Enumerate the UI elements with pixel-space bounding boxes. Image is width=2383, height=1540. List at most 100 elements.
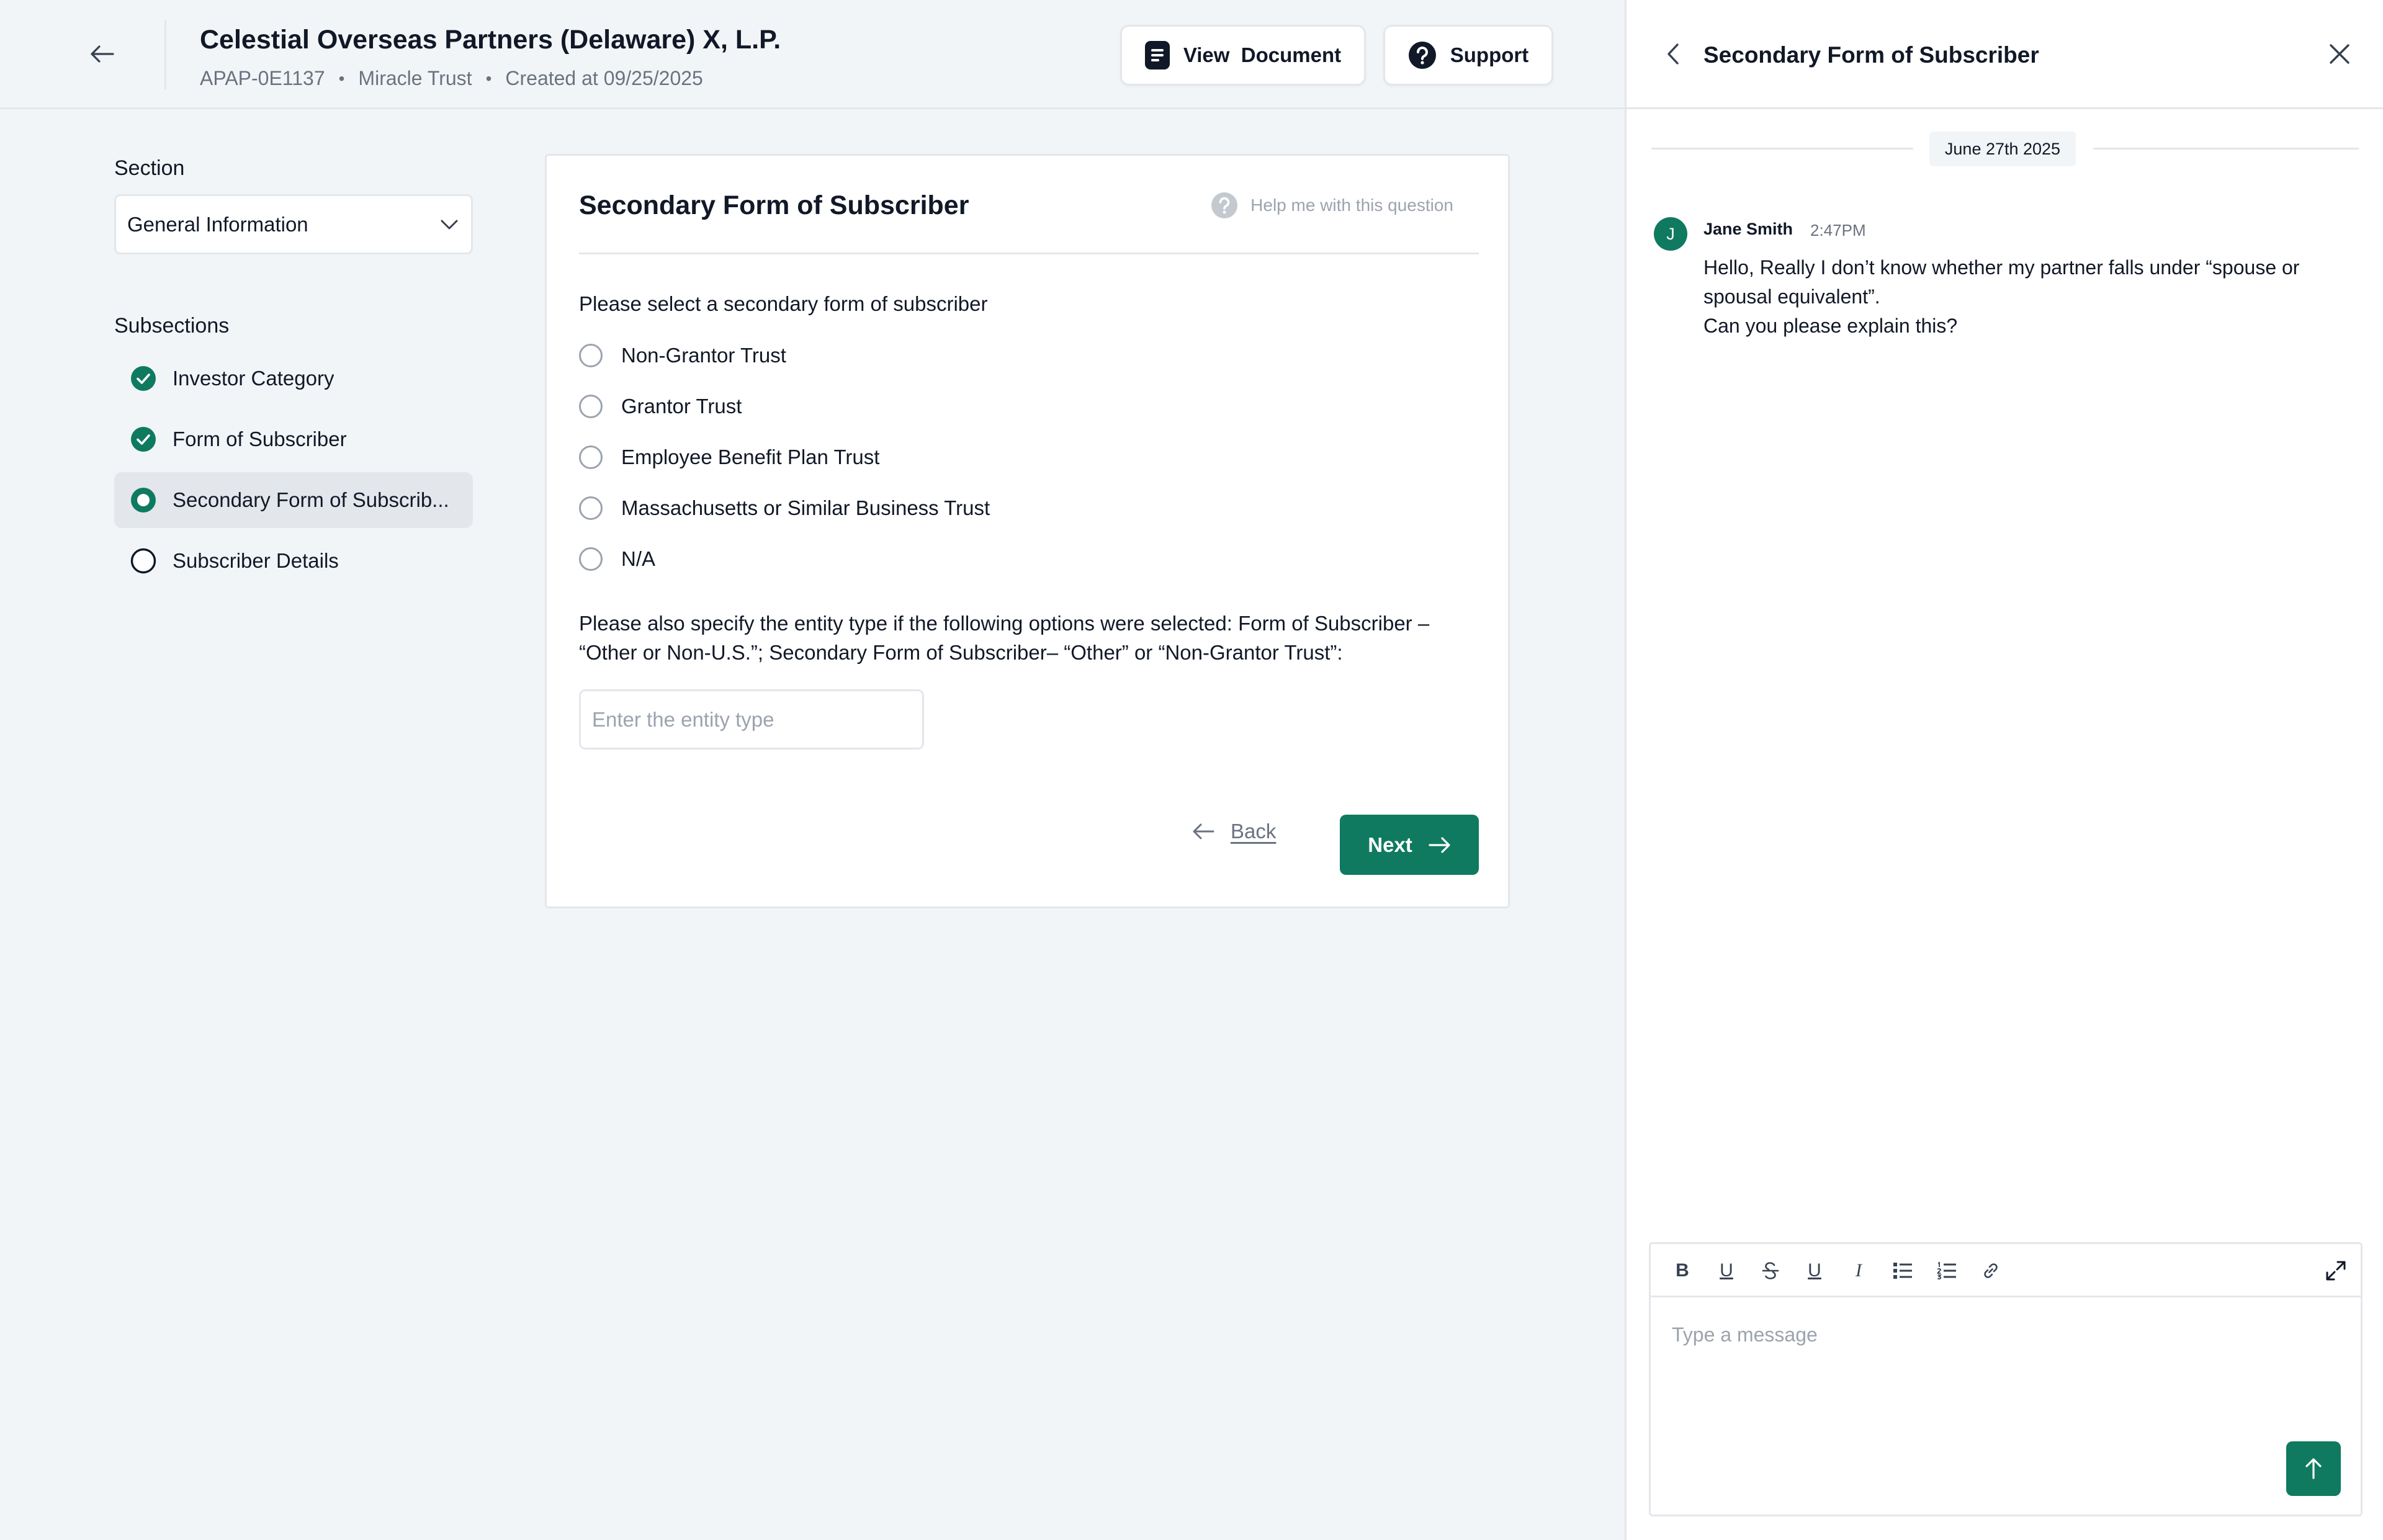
created-date: Created at 09/25/2025: [505, 67, 703, 89]
meta-separator: •: [338, 68, 345, 88]
option-label: Non-Grantor Trust: [621, 344, 786, 367]
option-grantor-trust[interactable]: Grantor Trust: [579, 395, 742, 418]
chat-back-button[interactable]: [1659, 40, 1687, 68]
top-bar: Celestial Overseas Partners (Delaware) X…: [0, 0, 1625, 109]
arrow-up-icon: [2305, 1458, 2322, 1479]
underline-alt-button[interactable]: U: [1802, 1258, 1828, 1284]
main-area: Celestial Overseas Partners (Delaware) X…: [0, 0, 1625, 1540]
check-circle-icon: [131, 427, 156, 452]
card-divider: [579, 253, 1479, 254]
help-me-label: Help me with this question: [1250, 195, 1453, 215]
subsection-label: Secondary Form of Subscrib...: [173, 488, 449, 511]
italic-icon: I: [1856, 1260, 1862, 1281]
bullet-list-icon: [1893, 1263, 1912, 1279]
close-icon: [2330, 44, 2349, 64]
option-massachusetts-business-trust[interactable]: Massachusetts or Similar Business Trust: [579, 496, 990, 520]
link-icon: [1984, 1263, 1998, 1278]
subsection-item-subscriber-details[interactable]: Subscriber Details: [114, 533, 473, 589]
arrow-left-icon: [1193, 823, 1214, 839]
option-label: Employee Benefit Plan Trust: [621, 445, 880, 468]
chat-close-button[interactable]: [2325, 40, 2354, 68]
chevron-down-icon: [441, 220, 458, 229]
message-line: spousal equivalent”.: [1703, 285, 1880, 308]
back-label: Back: [1231, 820, 1277, 843]
radio-button[interactable]: [579, 445, 603, 469]
arrow-right-icon: [1429, 836, 1450, 853]
document-icon: [1144, 41, 1170, 69]
underline-icon: U: [1808, 1260, 1821, 1281]
strikethrough-icon: [1762, 1262, 1779, 1279]
send-button[interactable]: [2286, 1441, 2341, 1496]
option-employee-benefit-plan-trust[interactable]: Employee Benefit Plan Trust: [579, 445, 879, 469]
radio-dot-icon: [131, 488, 156, 513]
question-card: Secondary Form of Subscriber Help me wit…: [545, 154, 1510, 908]
message-input[interactable]: [1651, 1299, 2361, 1516]
bullet-list-button[interactable]: [1890, 1258, 1916, 1284]
expand-icon: [2326, 1261, 2346, 1281]
option-non-grantor-trust[interactable]: Non-Grantor Trust: [579, 344, 786, 367]
option-label: Grantor Trust: [621, 395, 742, 418]
radio-button[interactable]: [579, 395, 603, 418]
entity-type-instructions: Please also specify the entity type if t…: [579, 612, 1430, 664]
subsection-item-secondary-form-of-subscriber[interactable]: Secondary Form of Subscrib...: [114, 472, 473, 528]
date-divider-line: [2093, 148, 2359, 150]
radio-button[interactable]: [579, 496, 603, 520]
bold-button[interactable]: B: [1669, 1258, 1695, 1284]
numbered-list-icon: [1937, 1261, 1956, 1280]
radio-button[interactable]: [579, 547, 603, 571]
subsection-label: Form of Subscriber: [173, 428, 347, 450]
help-me-link[interactable]: Help me with this question: [1211, 192, 1453, 219]
view-document-button[interactable]: View Document: [1120, 25, 1366, 86]
question-circle-icon: [1408, 42, 1436, 69]
subsection-label: Subscriber Details: [173, 549, 339, 572]
message-body: Hello, Really I don’t know whether my pa…: [1703, 253, 2349, 341]
avatar: J: [1654, 217, 1687, 251]
subsection-item-form-of-subscriber[interactable]: Form of Subscriber: [114, 411, 473, 467]
back-button[interactable]: Back: [1192, 820, 1276, 843]
numbered-list-button[interactable]: [1934, 1258, 1960, 1284]
option-label: Massachusetts or Similar Business Trust: [621, 496, 990, 519]
investor-name: Miracle Trust: [358, 67, 472, 89]
section-select[interactable]: General Information: [114, 194, 473, 254]
message-line: Can you please explain this?: [1703, 315, 1958, 337]
expand-editor-button[interactable]: [2323, 1258, 2349, 1284]
option-na[interactable]: N/A: [579, 547, 655, 571]
message-editor: B U U I: [1649, 1242, 2363, 1516]
subsection-item-investor-category[interactable]: Investor Category: [114, 351, 473, 406]
italic-button[interactable]: I: [1846, 1258, 1872, 1284]
subsections-label: Subsections: [114, 314, 230, 338]
chat-panel-title: Secondary Form of Subscriber: [1703, 42, 2039, 68]
question-card-title: Secondary Form of Subscriber: [579, 190, 969, 220]
message-author: Jane Smith: [1703, 220, 1793, 238]
link-button[interactable]: [1978, 1258, 2004, 1284]
message-time: 2:47PM: [1810, 221, 1866, 240]
entity-type-input[interactable]: [579, 689, 924, 750]
empty-circle-icon: [130, 548, 156, 574]
strikethrough-button[interactable]: [1757, 1258, 1784, 1284]
meta-separator: •: [485, 68, 492, 88]
option-label: N/A: [621, 547, 656, 570]
header-divider: [164, 20, 166, 89]
date-divider-line: [1651, 148, 1913, 150]
next-button[interactable]: Next: [1340, 815, 1479, 875]
underline-button[interactable]: U: [1713, 1258, 1739, 1284]
chat-panel: Secondary Form of Subscriber June 27th 2…: [1625, 0, 2383, 1540]
section-select-value: General Information: [127, 212, 308, 236]
arrow-left-icon: [91, 45, 114, 63]
question-text: Please select a secondary form of subscr…: [579, 292, 988, 315]
underline-icon: U: [1720, 1260, 1733, 1281]
page-title: Celestial Overseas Partners (Delaware) X…: [200, 25, 781, 55]
chevron-left-icon: [1667, 43, 1679, 65]
next-label: Next: [1368, 833, 1412, 856]
message-line: Hello, Really I don’t know whether my pa…: [1703, 256, 2300, 279]
back-nav-button[interactable]: [86, 40, 118, 68]
view-document-label: View Document: [1183, 43, 1342, 66]
radio-button[interactable]: [579, 344, 603, 367]
question-circle-icon: [1211, 192, 1238, 218]
date-badge: June 27th 2025: [1929, 132, 2076, 166]
editor-toolbar: B U U I: [1651, 1244, 2361, 1297]
chat-panel-header: Secondary Form of Subscriber: [1627, 0, 2383, 109]
support-button[interactable]: Support: [1383, 25, 1553, 86]
bold-icon: B: [1676, 1260, 1689, 1281]
page-meta: APAP-0E1137 • Miracle Trust • Created at…: [200, 67, 703, 90]
